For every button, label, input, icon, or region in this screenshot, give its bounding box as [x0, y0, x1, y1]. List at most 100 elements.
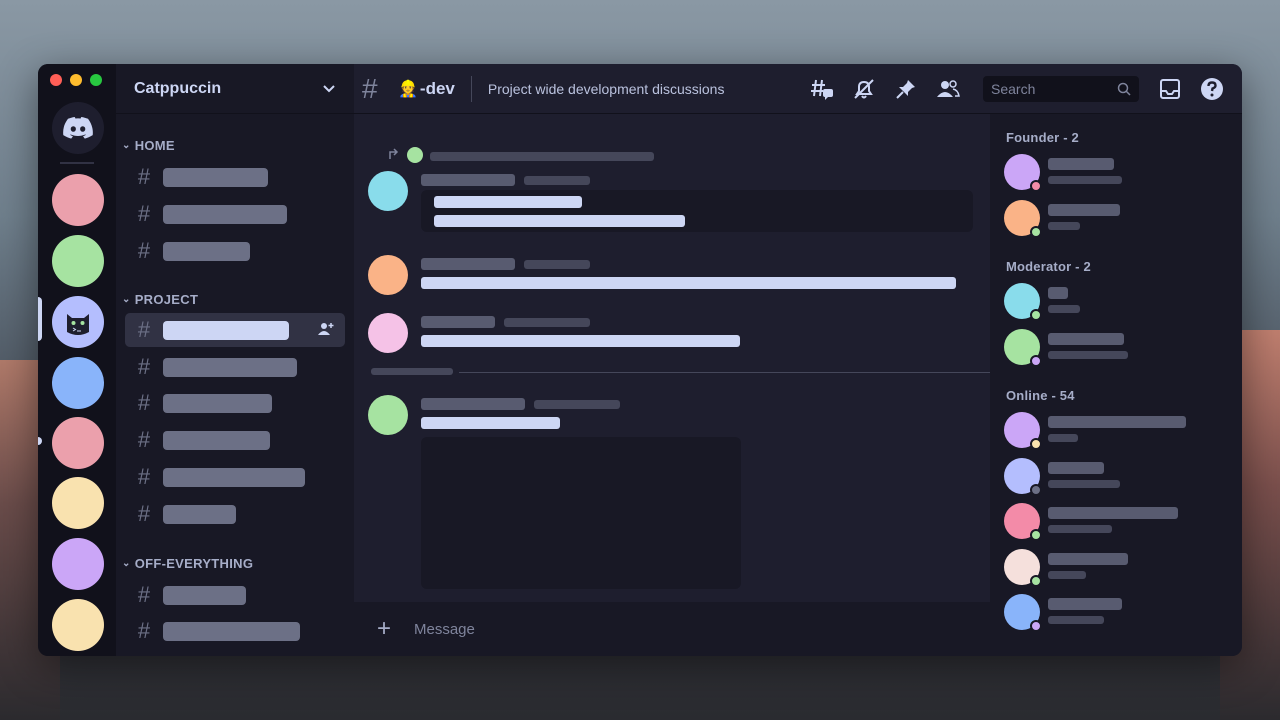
guild-name: Catppuccin — [134, 79, 222, 97]
message-text-placeholder — [421, 277, 956, 289]
category-off-everything[interactable]: ⌄ OFF-EVERYTHING — [122, 556, 253, 571]
channel-item[interactable]: # — [125, 350, 345, 384]
username-placeholder[interactable] — [421, 316, 495, 328]
user-avatar[interactable] — [368, 255, 408, 295]
home-button[interactable] — [52, 102, 104, 154]
channel-item-active[interactable]: # — [125, 313, 345, 347]
server-icon[interactable] — [52, 357, 104, 409]
mute-bell-icon[interactable] — [852, 77, 876, 101]
hash-icon: # — [137, 354, 151, 379]
member-name-placeholder — [1048, 333, 1124, 345]
message-text-placeholder — [421, 417, 560, 429]
member-item[interactable] — [1004, 594, 1234, 634]
message-input[interactable]: Message — [414, 621, 475, 638]
hash-icon: # — [137, 317, 151, 342]
member-group-founder: Founder - 2 — [1006, 130, 1079, 145]
category-label: HOME — [134, 138, 175, 153]
channel-item[interactable]: # — [125, 578, 345, 612]
member-activity-placeholder — [1048, 305, 1080, 313]
hash-icon: # — [137, 501, 151, 526]
user-avatar[interactable] — [368, 171, 408, 211]
hash-icon: # — [137, 164, 151, 189]
member-name-placeholder — [1048, 287, 1068, 299]
server-icon[interactable] — [52, 174, 104, 226]
hash-icon: # — [137, 582, 151, 607]
message-text-placeholder — [434, 215, 685, 227]
catppuccin-cat-icon — [59, 303, 97, 341]
member-activity-placeholder — [1048, 571, 1086, 579]
channel-title: 👷 -dev — [398, 79, 455, 99]
channel-name-placeholder — [163, 320, 289, 340]
member-activity-placeholder — [1048, 176, 1122, 184]
member-activity-placeholder — [1048, 351, 1128, 359]
pin-icon[interactable] — [894, 77, 918, 101]
construction-worker-emoji: 👷 — [398, 80, 418, 98]
channel-item[interactable]: # — [125, 234, 345, 268]
member-item[interactable] — [1004, 200, 1234, 240]
add-member-icon[interactable] — [317, 321, 335, 337]
member-activity-placeholder — [1048, 480, 1120, 488]
member-item[interactable] — [1004, 549, 1234, 589]
category-label: PROJECT — [134, 292, 199, 307]
server-icon[interactable] — [52, 417, 104, 469]
channel-topic[interactable]: Project wide development discussions — [488, 81, 725, 97]
hash-icon: # — [362, 72, 378, 104]
channel-item[interactable]: # — [125, 460, 345, 494]
member-activity-placeholder — [1048, 525, 1112, 533]
channel-item[interactable]: # — [125, 386, 345, 420]
guild-header[interactable]: Catppuccin — [116, 64, 354, 114]
hash-icon: # — [137, 618, 151, 643]
plus-icon[interactable]: + — [354, 615, 414, 643]
close-window-button[interactable] — [50, 74, 62, 86]
user-avatar[interactable] — [368, 395, 408, 435]
message-composer: + Message — [354, 602, 990, 656]
minimize-window-button[interactable] — [70, 74, 82, 86]
server-icon[interactable] — [52, 477, 104, 529]
member-item[interactable] — [1004, 329, 1234, 369]
reply-arrow-icon — [389, 148, 399, 159]
reply-preview-placeholder[interactable] — [430, 152, 654, 161]
member-name-placeholder — [1048, 416, 1186, 428]
chevron-down-icon: ⌄ — [122, 140, 131, 151]
members-icon[interactable] — [936, 77, 960, 101]
member-name-placeholder — [1048, 462, 1104, 474]
category-home[interactable]: ⌄ HOME — [122, 138, 175, 153]
channel-item[interactable]: # — [125, 497, 345, 531]
username-placeholder[interactable] — [421, 398, 525, 410]
server-icon[interactable] — [52, 538, 104, 590]
status-indicator — [1030, 226, 1042, 238]
channel-item[interactable]: # — [125, 614, 345, 648]
hash-icon: # — [137, 427, 151, 452]
help-icon[interactable] — [1200, 77, 1224, 101]
user-avatar[interactable] — [368, 313, 408, 353]
username-placeholder[interactable] — [421, 174, 515, 186]
server-icon[interactable] — [52, 235, 104, 287]
threads-icon[interactable] — [810, 77, 834, 101]
member-item[interactable] — [1004, 458, 1234, 498]
member-item[interactable] — [1004, 412, 1234, 452]
search-input[interactable]: Search — [983, 76, 1139, 102]
channel-name-placeholder — [163, 430, 270, 450]
channel-item[interactable]: # — [125, 160, 345, 194]
reply-avatar[interactable] — [407, 147, 423, 163]
member-item[interactable] — [1004, 283, 1234, 323]
search-placeholder: Search — [991, 81, 1036, 97]
category-project[interactable]: ⌄ PROJECT — [122, 292, 198, 307]
member-item[interactable] — [1004, 503, 1234, 543]
channel-item[interactable]: # — [125, 423, 345, 457]
status-indicator — [1030, 575, 1042, 587]
inbox-icon[interactable] — [1158, 77, 1182, 101]
message-text-placeholder — [434, 196, 582, 208]
username-placeholder[interactable] — [421, 258, 515, 270]
server-icon[interactable] — [52, 599, 104, 651]
status-indicator — [1030, 529, 1042, 541]
search-icon — [1117, 82, 1131, 96]
server-icon-catppuccin[interactable] — [52, 296, 104, 348]
member-group-moderator: Moderator - 2 — [1006, 259, 1091, 274]
hash-icon: # — [137, 201, 151, 226]
channel-name-placeholder — [163, 467, 305, 487]
member-item[interactable] — [1004, 154, 1234, 194]
maximize-window-button[interactable] — [90, 74, 102, 86]
image-attachment-placeholder[interactable] — [421, 437, 741, 589]
channel-item[interactable]: # — [125, 197, 345, 231]
